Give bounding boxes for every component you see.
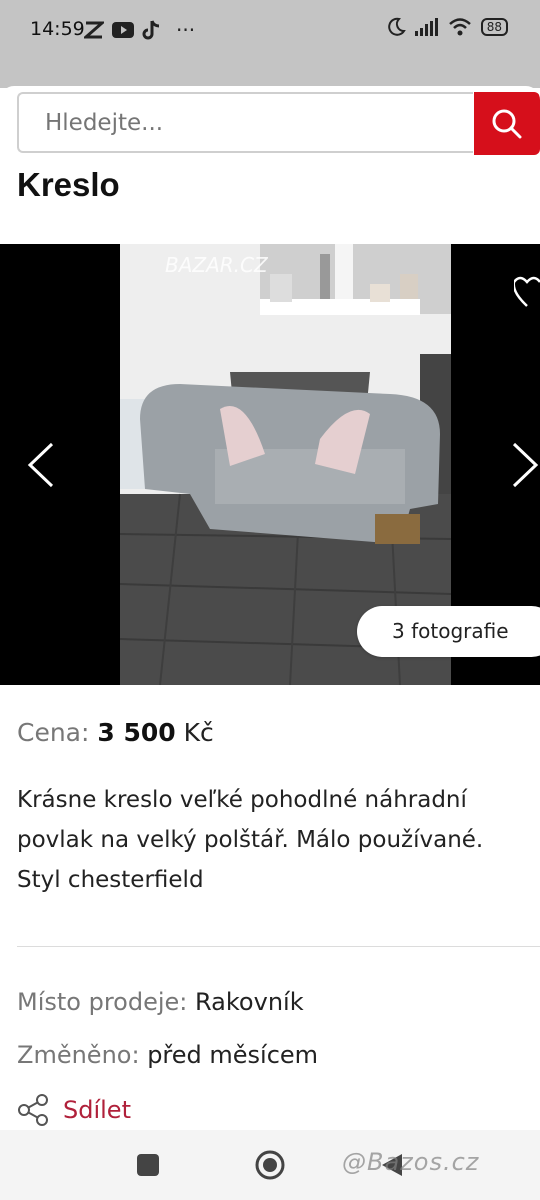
site-watermark: @Bazos.cz xyxy=(342,1148,480,1176)
price-value: 3 500 xyxy=(97,718,176,747)
changed-value: před měsícem xyxy=(147,1041,319,1069)
next-photo-icon[interactable] xyxy=(510,440,540,490)
share-button[interactable]: Sdílet xyxy=(17,1094,131,1126)
home-button[interactable] xyxy=(254,1149,286,1181)
recent-apps-button[interactable] xyxy=(137,1154,159,1176)
price: Cena: 3 500 Kč xyxy=(17,718,214,747)
page-title: Kreslo xyxy=(17,166,120,203)
search-bar xyxy=(17,92,540,157)
listing-description: Krásne kreslo veľké pohodlné náhradní po… xyxy=(17,787,484,893)
search-button[interactable] xyxy=(474,92,540,155)
more-notifications-icon: ··· xyxy=(176,18,196,42)
share-label: Sdílet xyxy=(63,1096,131,1124)
previous-photo-icon[interactable] xyxy=(26,440,56,490)
status-time: 14:59 xyxy=(30,18,85,40)
location-label: Místo prodeje: xyxy=(17,988,188,1016)
divider xyxy=(17,946,540,947)
price-label: Cena: xyxy=(17,718,90,747)
location-row: Místo prodeje: Rakovník xyxy=(17,988,304,1016)
search-icon xyxy=(492,109,522,138)
price-currency: Kč xyxy=(183,718,214,747)
photo-watermark: BAZAR.CZ xyxy=(165,253,269,277)
tiktok-icon xyxy=(142,20,160,40)
changed-row: Změněno: před měsícem xyxy=(17,1041,318,1069)
changed-label: Změněno: xyxy=(17,1041,140,1069)
status-bar: 14:59 ··· 88 xyxy=(0,0,540,88)
location-value: Rakovník xyxy=(195,988,304,1016)
moon-icon xyxy=(387,17,406,36)
youtube-icon xyxy=(112,22,134,38)
heart-icon[interactable] xyxy=(514,274,540,310)
notification-icons: ··· xyxy=(84,18,195,42)
share-icon xyxy=(18,1094,48,1126)
search-input[interactable] xyxy=(17,92,473,153)
system-icons: 88 xyxy=(386,17,508,37)
signal-icon xyxy=(414,18,438,36)
wifi-icon xyxy=(448,18,471,36)
app-notification-icon xyxy=(84,21,104,39)
photo-gallery[interactable]: BAZAR.CZ 3 fotografie xyxy=(0,244,540,685)
content-sheet: Kreslo xyxy=(0,86,540,1130)
battery-indicator: 88 xyxy=(480,18,508,36)
photo-count-badge[interactable]: 3 fotografie xyxy=(357,606,540,657)
